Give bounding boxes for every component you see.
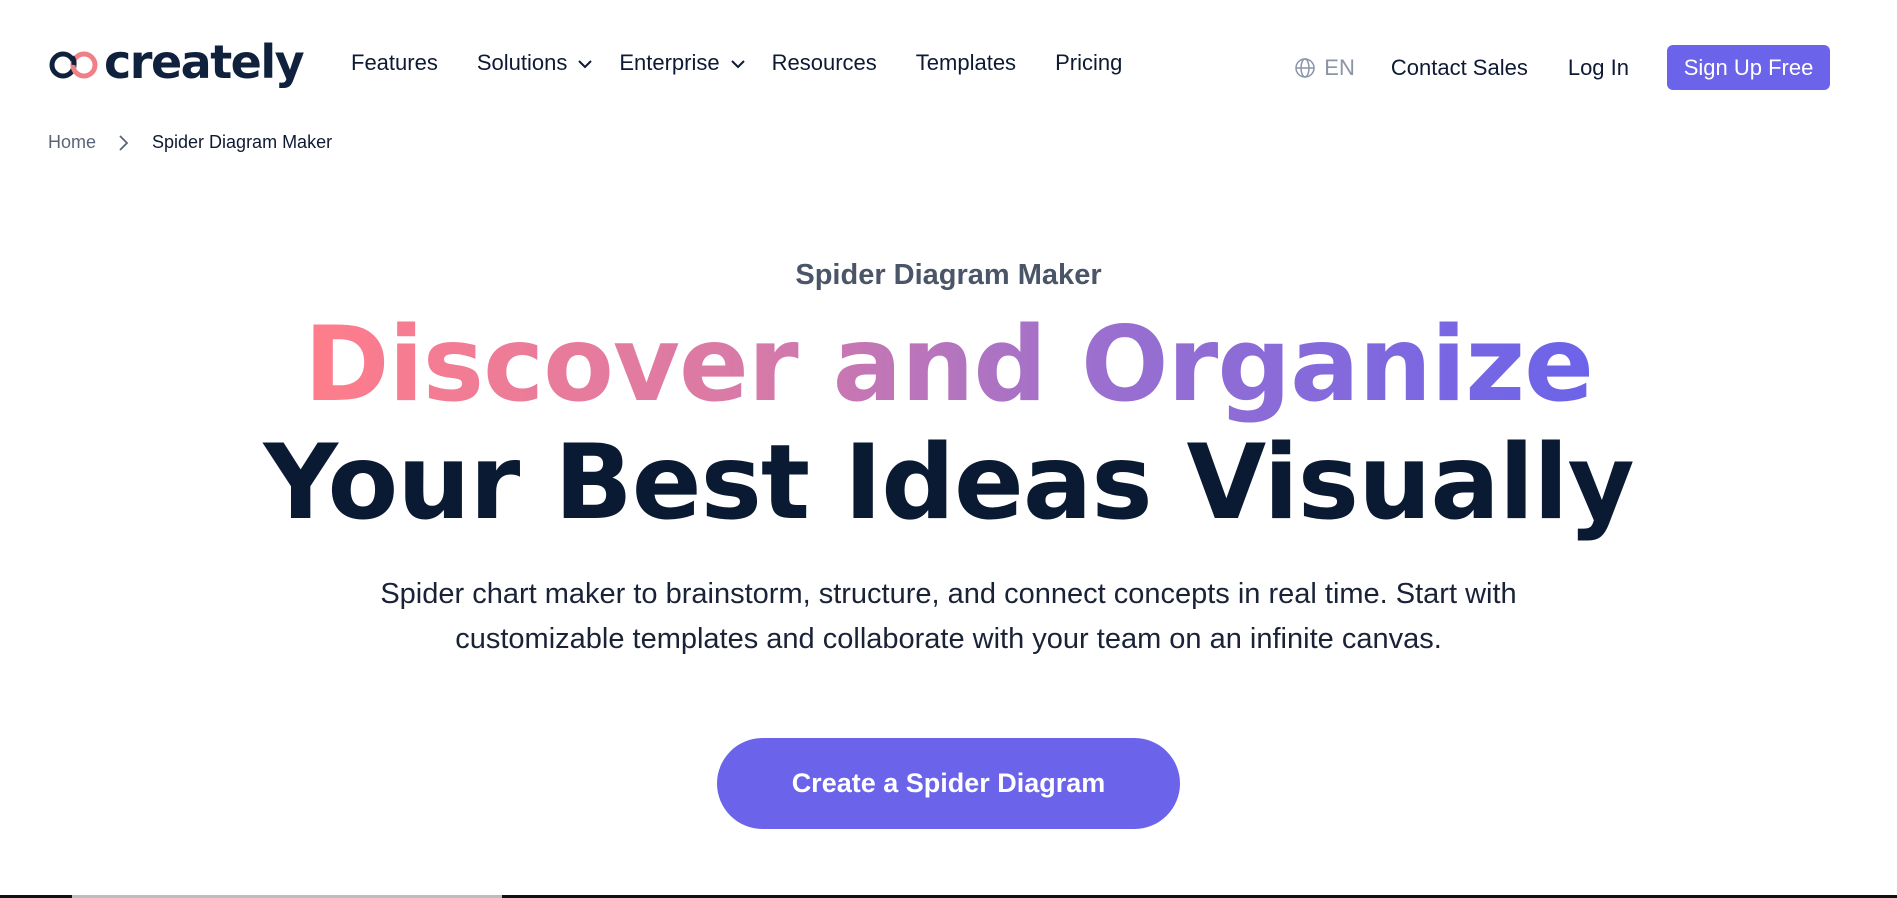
nav-pricing-label: Pricing [1055,50,1123,75]
breadcrumb-current: Spider Diagram Maker [152,132,333,152]
nav-templates-label: Templates [915,50,1017,75]
nav-enterprise[interactable]: Enterprise [619,50,745,76]
creately-logo-icon [49,51,98,79]
nav-features[interactable]: Features [351,50,438,76]
sign-up-button[interactable]: Sign Up Free [1667,45,1830,90]
chevron-down-icon [578,60,593,69]
chevron-down-icon [730,60,745,69]
top-navigation: creately Features Solutions Enterprise R… [0,0,1897,130]
nav-features-label: Features [351,50,438,75]
nav-enterprise-label: Enterprise [619,50,720,75]
nav-solutions[interactable]: Solutions [477,50,594,76]
globe-icon [1295,57,1316,78]
nav-solutions-label: Solutions [476,50,568,75]
hero-subtitle-line-1: Spider chart maker to brainstorm, struct… [380,578,1517,610]
hero-headline: Your Best Ideas Visually [263,423,1634,543]
chevron-right-icon [119,134,129,151]
hero-section: Spider Diagram Maker Discover and Organi… [0,250,1897,829]
logo-wordmark: creately [104,35,305,89]
page: creately Features Solutions Enterprise R… [0,0,1897,898]
main-menu: Features Solutions Enterprise Resources … [351,50,1122,76]
creately-logo[interactable]: creately [48,35,305,89]
breadcrumb-home-link[interactable]: Home [48,132,96,153]
log-in-link[interactable]: Log In [1568,55,1629,81]
nav-templates[interactable]: Templates [916,50,1016,76]
nav-actions: EN Contact Sales Log In Sign Up Free [1294,45,1830,90]
hero-subtitle-line-2: customizable templates and collaborate w… [455,623,1442,655]
hero-eyebrow: Spider Diagram Maker [795,259,1102,291]
language-selector[interactable]: EN [1294,55,1355,81]
language-label: EN [1324,54,1355,80]
hero-subtitle: Spider chart maker to brainstorm, struct… [299,572,1599,662]
create-spider-diagram-button[interactable]: Create a Spider Diagram [717,738,1180,829]
breadcrumb: Home Spider Diagram Maker [48,132,332,153]
hero-headline-gradient: Discover and Organize [303,305,1594,425]
contact-sales-link[interactable]: Contact Sales [1391,55,1528,81]
nav-resources-label: Resources [771,50,877,75]
nav-resources[interactable]: Resources [772,50,877,76]
nav-pricing[interactable]: Pricing [1055,50,1122,76]
